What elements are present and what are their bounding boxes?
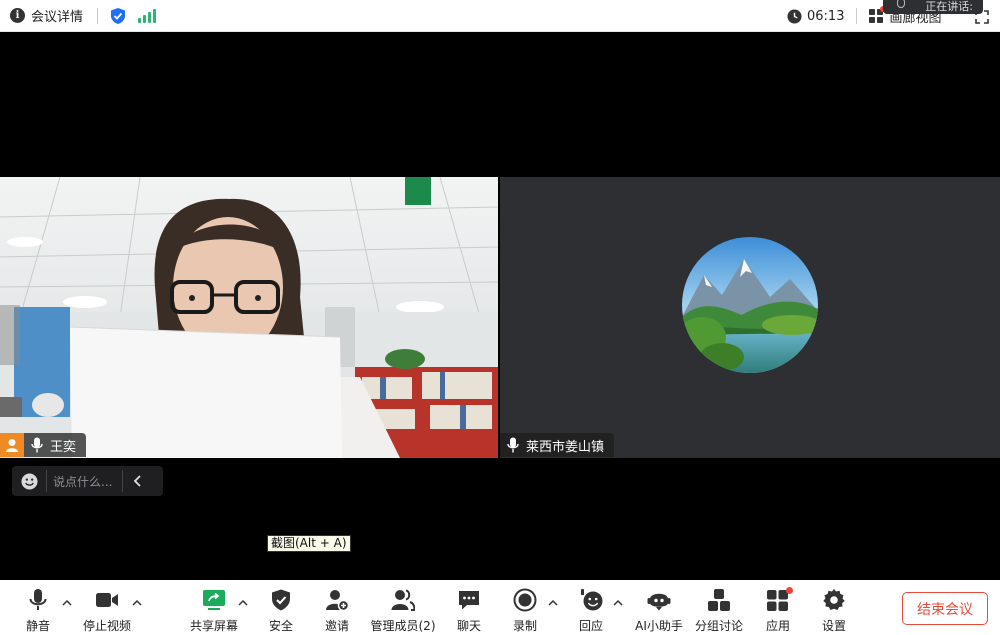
participant-avatar xyxy=(682,237,818,373)
apps-label: 应用 xyxy=(765,619,790,633)
chevron-left-icon[interactable] xyxy=(133,475,143,487)
record-button[interactable]: 录制 xyxy=(509,580,541,635)
shield-icon[interactable] xyxy=(110,7,126,25)
participants-button[interactable]: 管理成员(2) xyxy=(370,580,436,635)
meeting-info-label: 会议详情 xyxy=(31,10,84,25)
participant-name: 王奕 xyxy=(50,439,77,455)
settings-button[interactable]: 设置 xyxy=(818,580,850,635)
share-screen-icon xyxy=(203,590,225,610)
chat-input-bar[interactable]: 说点什么... xyxy=(12,466,163,496)
share-screen-button[interactable]: 共享屏幕 xyxy=(188,580,240,635)
participant-name: 莱西市姜山镇 xyxy=(526,439,605,455)
security-button[interactable]: 安全 xyxy=(265,580,297,635)
divider xyxy=(856,8,858,24)
divider xyxy=(97,7,99,24)
settings-label: 设置 xyxy=(821,619,846,633)
robot-icon xyxy=(647,593,671,611)
screenshot-tooltip: 截图(Alt + A) xyxy=(267,535,351,552)
stop-video-button[interactable]: 停止视频 xyxy=(82,580,132,635)
gear-icon xyxy=(823,589,845,610)
chat-label: 聊天 xyxy=(456,619,481,633)
name-tag-host: 王奕 xyxy=(0,433,87,457)
invite-label: 邀请 xyxy=(324,619,349,633)
chat-placeholder[interactable]: 说点什么... xyxy=(53,473,112,490)
bottom-toolbar xyxy=(0,580,1000,635)
video-camera-icon xyxy=(96,593,118,607)
gallery-view-icon xyxy=(869,6,887,23)
reaction-icon xyxy=(581,588,603,611)
divider xyxy=(46,470,47,492)
clock-icon xyxy=(787,8,802,24)
notification-dot xyxy=(786,587,793,594)
chevron-up-icon[interactable] xyxy=(237,597,249,609)
name-tag-participant: 莱西市姜山镇 xyxy=(500,433,615,457)
microphone-icon xyxy=(29,589,47,610)
fullscreen-icon[interactable] xyxy=(975,10,989,24)
participants-icon xyxy=(391,589,415,611)
host-badge-icon xyxy=(0,433,24,457)
chat-bubble-icon xyxy=(459,591,479,610)
stop-video-label: 停止视频 xyxy=(82,619,131,633)
chat-button[interactable]: 聊天 xyxy=(453,580,485,635)
mic-icon xyxy=(507,437,519,453)
meeting-info-button[interactable]: i 会议详情 xyxy=(10,6,83,25)
meeting-timer: 06:13 xyxy=(807,8,845,24)
breakout-rooms-button[interactable]: 分组讨论 xyxy=(694,580,744,635)
participants-label: 管理成员(2) xyxy=(370,619,436,633)
reactions-label: 回应 xyxy=(578,619,603,633)
signal-icon[interactable] xyxy=(138,8,157,23)
talking-label: 正在讲话: xyxy=(925,0,973,13)
mic-icon xyxy=(897,0,905,8)
chevron-up-icon[interactable] xyxy=(547,597,559,609)
mute-label: 静音 xyxy=(25,619,50,633)
divider xyxy=(122,470,124,492)
mute-button[interactable]: 静音 xyxy=(22,580,54,635)
info-icon: i xyxy=(10,8,25,23)
chevron-up-icon[interactable] xyxy=(612,597,624,609)
ai-assistant-button[interactable]: AI小助手 xyxy=(632,580,686,635)
video-tile-host[interactable] xyxy=(0,177,498,458)
security-label: 安全 xyxy=(268,619,293,633)
invite-button[interactable]: 邀请 xyxy=(321,580,353,635)
chevron-up-icon[interactable] xyxy=(131,597,143,609)
reactions-button[interactable]: 回应 xyxy=(575,580,607,635)
talking-indicator: 正在讲话: xyxy=(883,0,983,14)
record-icon xyxy=(513,588,537,612)
breakout-rooms-icon xyxy=(708,589,730,611)
emoji-icon[interactable] xyxy=(21,472,38,490)
ai-assistant-label: AI小助手 xyxy=(635,619,683,633)
shield-icon xyxy=(272,589,290,611)
participant-video xyxy=(0,177,498,458)
add-user-icon xyxy=(326,590,349,612)
mic-icon xyxy=(31,437,43,453)
chevron-up-icon[interactable] xyxy=(61,597,73,609)
share-screen-label: 共享屏幕 xyxy=(189,619,238,633)
record-label: 录制 xyxy=(512,619,537,633)
end-meeting-button[interactable]: 结束会议 xyxy=(902,592,988,625)
breakout-rooms-label: 分组讨论 xyxy=(694,619,743,633)
